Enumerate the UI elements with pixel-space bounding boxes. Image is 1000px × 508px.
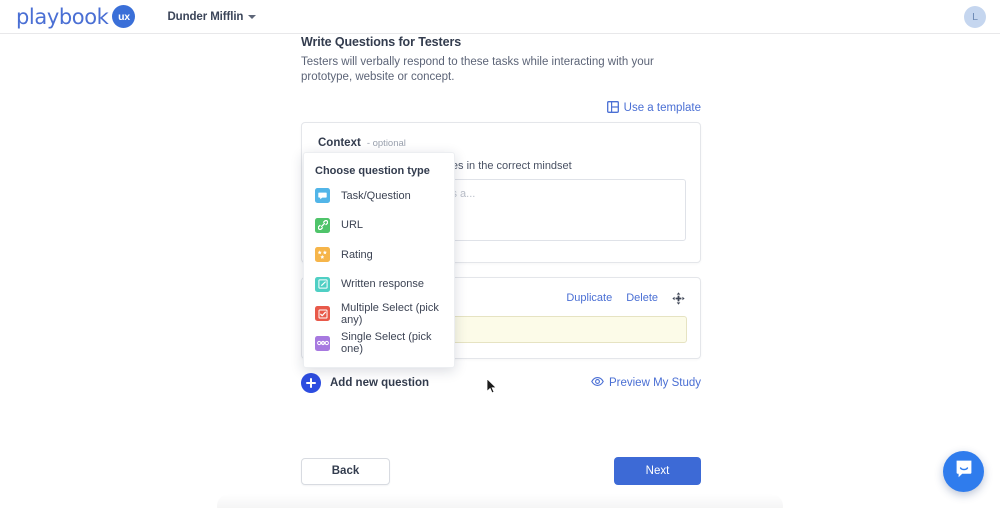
- dropdown-item-rating[interactable]: Rating: [304, 240, 454, 270]
- back-button[interactable]: Back: [301, 457, 390, 485]
- dropdown-label: URL: [341, 219, 364, 232]
- dropdown-item-single-select[interactable]: Single Select (pick one): [304, 329, 454, 359]
- dropdown-label: Written response: [341, 278, 424, 291]
- next-button[interactable]: Next: [614, 457, 701, 485]
- template-row: Use a template: [301, 100, 701, 116]
- dropdown-label: Multiple Select (pick any): [341, 301, 439, 326]
- avatar[interactable]: L: [964, 6, 986, 28]
- playbook-logo[interactable]: playbook ux: [16, 4, 136, 29]
- delete-button[interactable]: Delete: [626, 292, 658, 304]
- checkbox-icon: [315, 306, 330, 322]
- speech-bubble-icon: [315, 188, 330, 204]
- dropdown-item-url[interactable]: URL: [304, 211, 454, 241]
- chat-widget-button[interactable]: [943, 451, 984, 492]
- page-bottom-shade: [217, 494, 783, 508]
- workspace-selector[interactable]: Dunder Mifflin: [167, 10, 257, 23]
- intercom-chat-icon: [954, 459, 974, 484]
- context-label-row: Context - optional: [318, 137, 684, 149]
- mouse-cursor: [486, 377, 497, 399]
- question-type-dropdown: Choose question type Task/Question URL R…: [303, 152, 455, 368]
- dropdown-item-task-question[interactable]: Task/Question: [304, 181, 454, 211]
- template-grid-icon: [606, 100, 619, 116]
- dropdown-label: Rating: [341, 248, 373, 261]
- star-rating-icon: [315, 247, 330, 263]
- add-question-row: Add new question Preview My Study: [301, 373, 701, 393]
- page-subtitle: Testers will verbally respond to these t…: [301, 56, 654, 83]
- dropdown-label: Task/Question: [341, 189, 411, 202]
- top-navigation-bar: playbook ux Dunder Mifflin L: [0, 0, 1000, 34]
- logo-wordmark: playbook: [16, 4, 109, 29]
- dropdown-item-multiple-select[interactable]: Multiple Select (pick any): [304, 299, 454, 329]
- logo-ux-badge: ux: [112, 5, 136, 28]
- workspace-name: Dunder Mifflin: [167, 10, 244, 23]
- dropdown-label: Single Select (pick one): [341, 331, 432, 356]
- dropdown-item-written-response[interactable]: Written response: [304, 270, 454, 300]
- preview-my-study-label: Preview My Study: [608, 377, 701, 389]
- app-root: playbook ux Dunder Mifflin L Write Quest…: [0, 0, 1000, 508]
- page-title: Write Questions for Testers: [301, 35, 462, 49]
- duplicate-button[interactable]: Duplicate: [566, 292, 612, 304]
- pencil-icon: [315, 276, 330, 292]
- eye-icon: [591, 377, 604, 389]
- use-template-label: Use a template: [623, 102, 701, 114]
- footer-button-row: Back Next: [301, 457, 701, 485]
- main-content: Write Questions for Testers Testers will…: [0, 34, 1000, 508]
- move-arrows-icon[interactable]: [672, 291, 685, 305]
- preview-my-study-button[interactable]: Preview My Study: [591, 377, 701, 389]
- context-label: Context: [318, 137, 361, 149]
- context-optional-label: - optional: [366, 138, 406, 149]
- use-template-button[interactable]: Use a template: [606, 100, 701, 116]
- link-icon: [315, 217, 330, 233]
- dropdown-title: Choose question type: [315, 165, 430, 177]
- chevron-down-icon: [248, 14, 257, 19]
- add-new-question-label: Add new question: [330, 377, 430, 389]
- avatar-initial: L: [972, 11, 978, 23]
- radio-dots-icon: [315, 335, 330, 351]
- add-new-question-button[interactable]: Add new question: [301, 373, 429, 393]
- plus-circle-icon: [301, 373, 321, 393]
